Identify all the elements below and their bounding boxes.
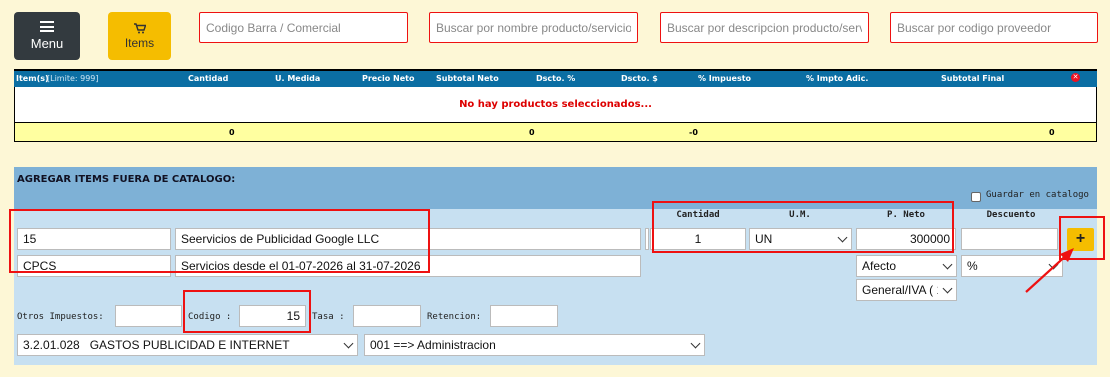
outside-catalog-title: AGREGAR ITEMS FUERA DE CATALOGO: <box>17 174 236 185</box>
menu-button-label: Menu <box>30 36 64 51</box>
total-impuesto: -0 <box>689 128 698 137</box>
item-code-input[interactable] <box>17 228 171 250</box>
otros-impuestos-label: Otros Impuestos: <box>17 312 104 322</box>
spacer-field <box>645 228 649 250</box>
cost-center-select[interactable]: 001 ==> Administracion <box>364 334 705 356</box>
chevron-down-icon <box>942 259 953 269</box>
col-dscto-amt: Dscto. $ <box>621 74 658 83</box>
col-subtotal-neto: Subtotal Neto <box>436 74 499 83</box>
col-u-medida: U. Medida <box>275 74 321 83</box>
header-cantidad: Cantidad <box>676 210 720 220</box>
retencion-input[interactable] <box>490 305 558 327</box>
items-button-label: Items <box>124 35 155 50</box>
save-in-catalog-checkbox[interactable] <box>971 192 981 202</box>
col-dscto-pct: Dscto. % <box>536 74 576 83</box>
account-select-value: 3.2.01.028 GASTOS PUBLICIDAD E INTERNET <box>23 338 290 352</box>
chevron-down-icon <box>837 232 848 242</box>
arrow-annotation-icon <box>1025 248 1074 293</box>
cost-center-select-value: 001 ==> Administracion <box>370 338 496 352</box>
total-subtotal-final: 0 <box>1049 128 1055 137</box>
save-in-catalog-label: Guardar en catalogo <box>986 190 1089 200</box>
tax-select-value: General/IVA ( 1 <box>862 283 938 297</box>
retencion-label: Retencion: <box>427 312 482 322</box>
col-impto-adic: % Impto Adic. <box>806 74 869 83</box>
supplier-search-input[interactable] <box>890 12 1098 43</box>
header-p-neto: P. Neto <box>887 210 925 220</box>
header-um: U.M. <box>789 210 811 220</box>
otros-impuestos-input[interactable] <box>115 305 182 327</box>
afecto-select-value: Afecto <box>862 259 897 273</box>
tax-select[interactable]: General/IVA ( 1 <box>856 279 957 301</box>
empty-message: No hay productos seleccionados... <box>459 99 652 110</box>
codigo-input[interactable] <box>239 305 306 327</box>
item-description-input[interactable] <box>175 255 641 277</box>
item-name-input[interactable] <box>175 228 641 250</box>
barcode-search-input[interactable] <box>199 12 408 43</box>
item-subcode-input[interactable] <box>17 255 171 277</box>
items-table-body: No hay productos seleccionados... <box>14 87 1097 122</box>
unit-select-value: UN <box>755 232 773 246</box>
col-items: Item(s) <box>16 74 49 83</box>
items-button[interactable]: Items <box>108 12 171 60</box>
quantity-input[interactable] <box>650 228 746 250</box>
chevron-down-icon <box>942 283 953 293</box>
tasa-label: Tasa : <box>312 312 345 322</box>
col-precio-neto: Precio Neto <box>362 74 415 83</box>
col-subtotal-final: Subtotal Final <box>941 74 1005 83</box>
total-subtotal-neto: 0 <box>529 128 535 137</box>
chevron-down-icon <box>343 338 354 348</box>
hamburger-icon <box>40 21 54 32</box>
col-items-limit: [Limite: 999] <box>47 74 99 83</box>
afecto-select[interactable]: Afecto <box>856 255 957 277</box>
menu-button[interactable]: Menu <box>14 12 80 60</box>
tasa-input[interactable] <box>353 305 421 327</box>
col-impuesto: % Impuesto <box>698 74 752 83</box>
name-search-input[interactable] <box>429 12 638 43</box>
items-table-header: Item(s) [Limite: 999] Cantidad U. Medida… <box>14 69 1097 87</box>
col-cantidad: Cantidad <box>188 74 229 83</box>
cart-icon <box>133 22 146 33</box>
discount-type-value: % <box>967 259 978 273</box>
items-table-totals: 0 0 -0 0 <box>14 122 1097 142</box>
net-price-input[interactable] <box>856 228 956 250</box>
description-search-input[interactable] <box>660 12 869 43</box>
clear-all-icon[interactable]: ✕ <box>1071 73 1080 82</box>
account-select[interactable]: 3.2.01.028 GASTOS PUBLICIDAD E INTERNET <box>17 334 358 356</box>
codigo-label: Codigo : <box>188 312 232 322</box>
header-descuento: Descuento <box>986 210 1036 220</box>
chevron-down-icon <box>690 338 701 348</box>
unit-select[interactable]: UN <box>749 228 852 250</box>
total-cantidad: 0 <box>229 128 235 137</box>
